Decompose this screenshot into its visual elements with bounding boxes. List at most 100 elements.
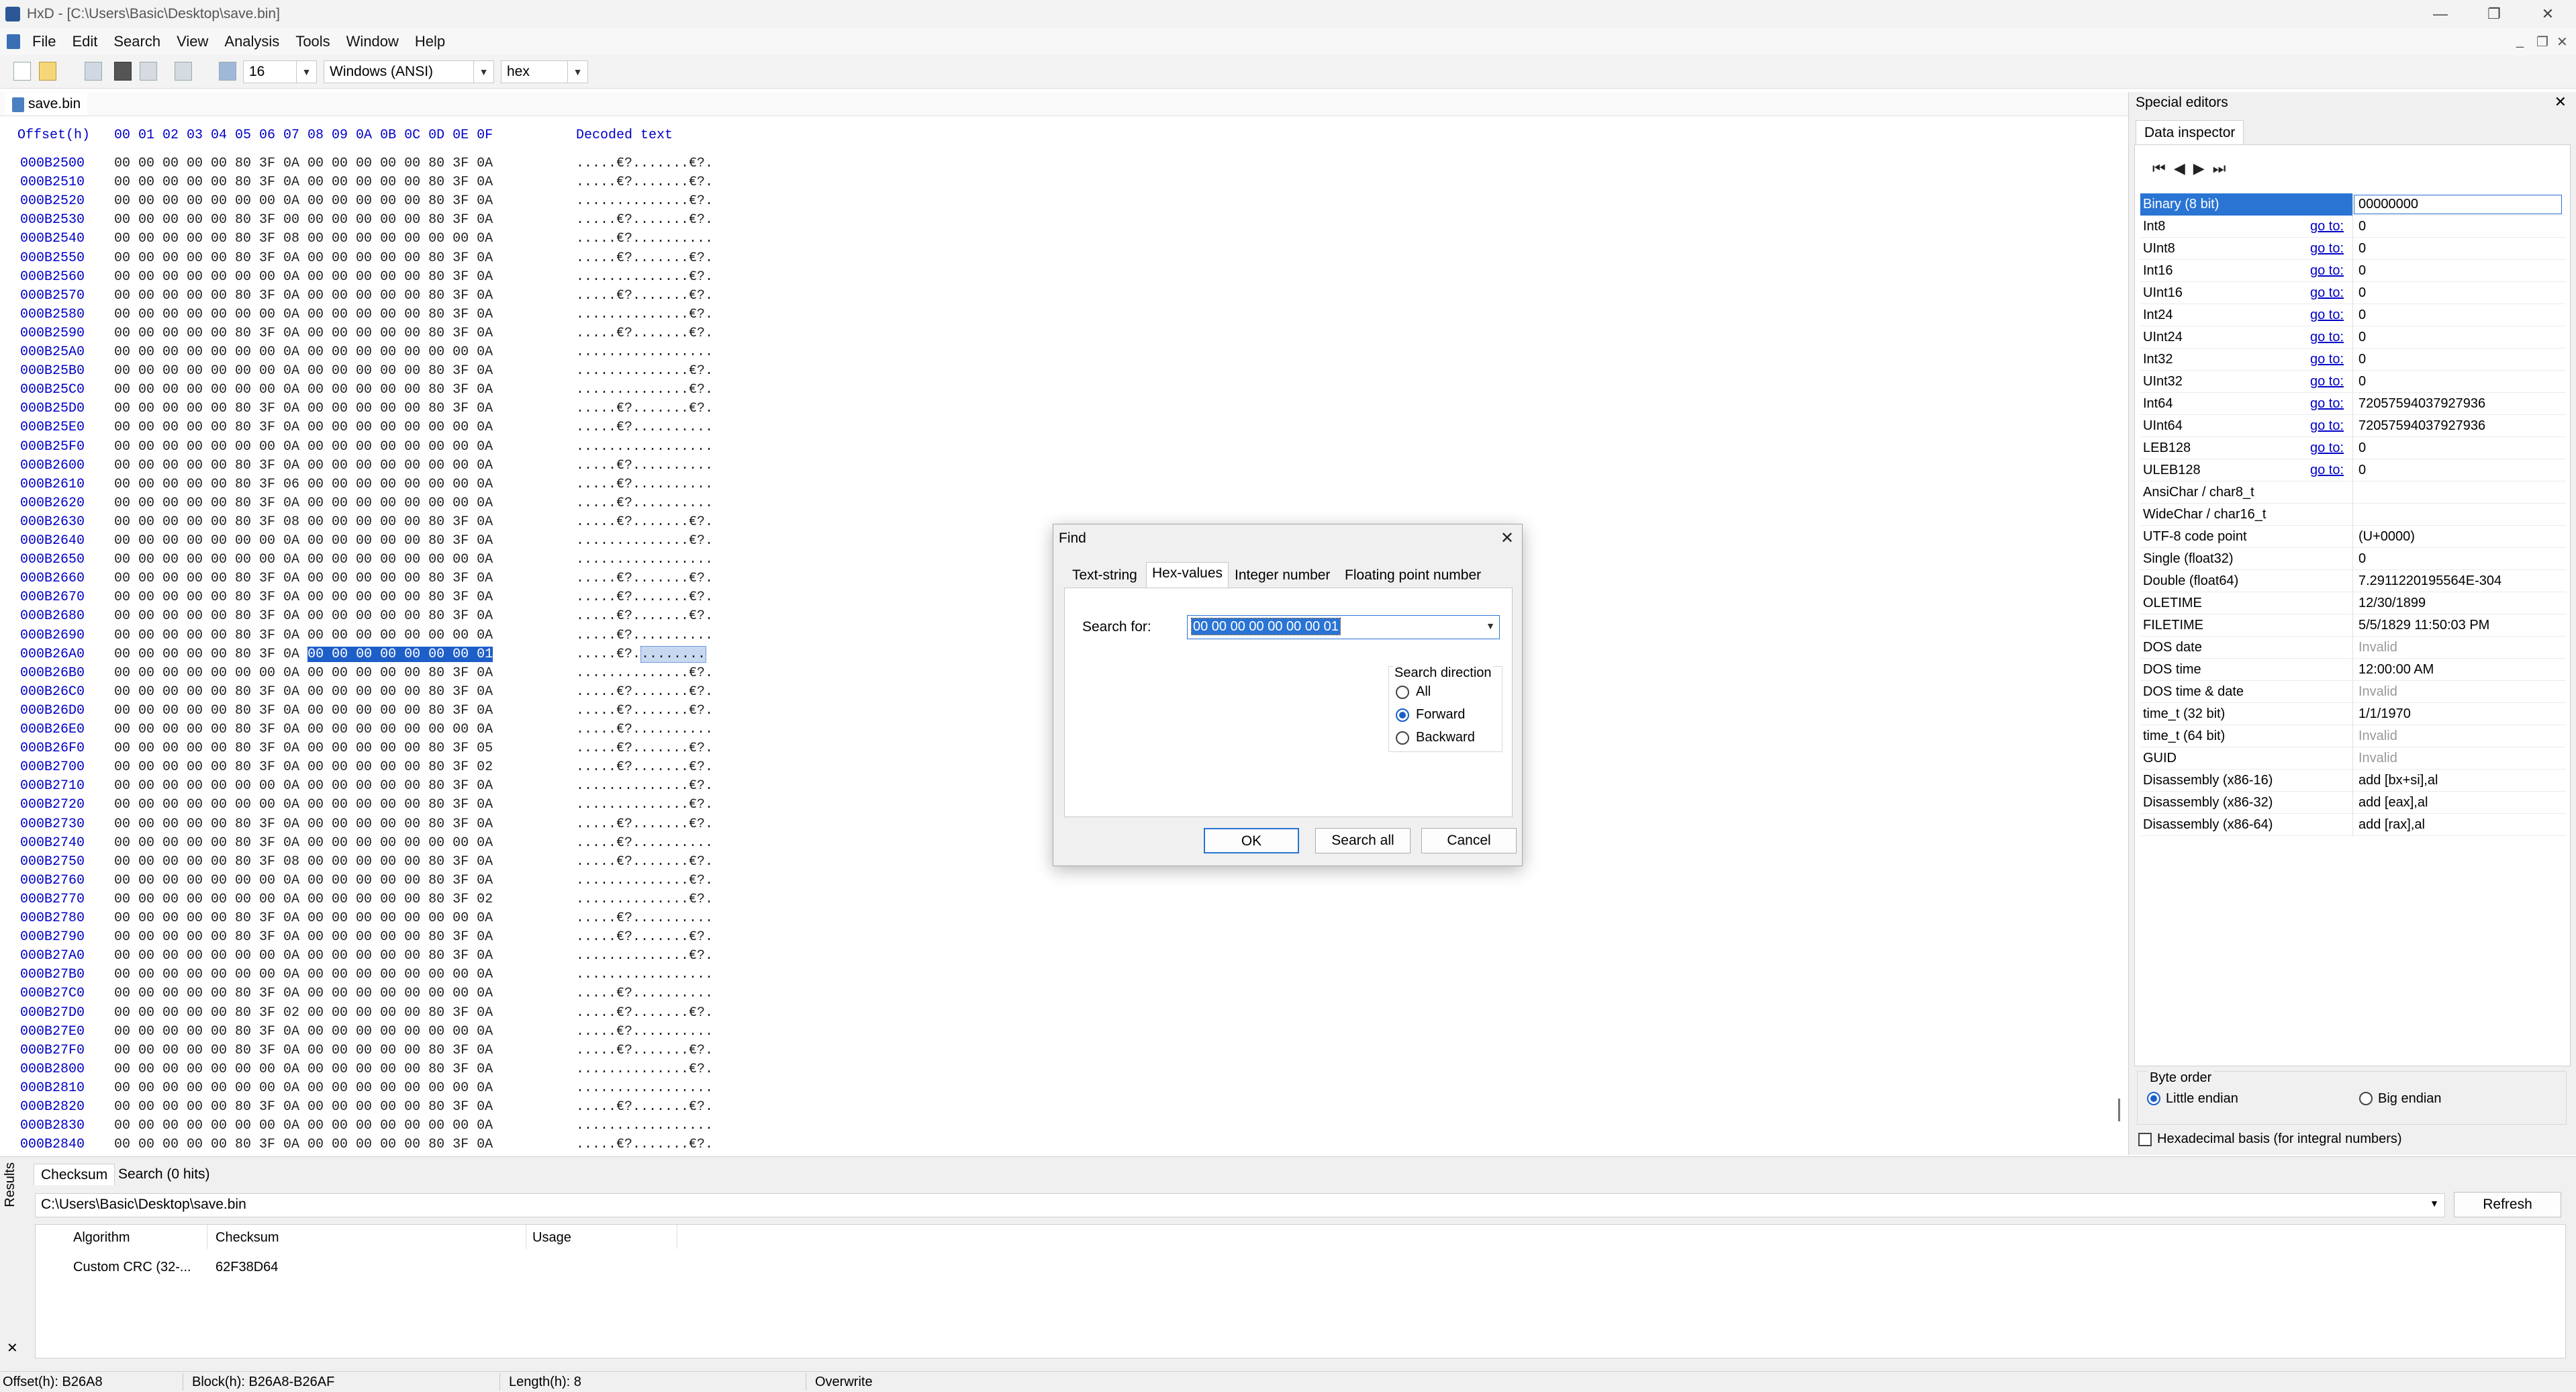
row-hex-bytes[interactable]: 00 00 00 00 00 80 3F 0A 00 00 00 00 00 8… — [114, 401, 493, 416]
decoded-text[interactable]: .....€?.......€?. — [576, 212, 713, 228]
inspector-value[interactable]: add [eax],al — [2358, 795, 2428, 810]
hex-bytes[interactable]: 00 00 00 00 00 80 3F 0A 00 00 00 00 00 8… — [114, 571, 493, 586]
hex-bytes[interactable]: 00 00 00 00 00 00 00 0A 00 00 00 00 00 8… — [114, 873, 493, 888]
hex-bytes[interactable]: 00 00 00 00 00 80 3F 0A 00 00 00 00 00 0… — [114, 420, 493, 435]
row-hex-bytes[interactable]: 00 00 00 00 00 80 3F 0A 00 00 00 00 00 8… — [114, 741, 493, 756]
row-decoded-text[interactable]: ................. — [576, 967, 713, 982]
row-decoded-text[interactable]: .....€?.......€?. — [576, 401, 713, 416]
menu-tools[interactable]: Tools — [287, 33, 338, 50]
inspector-row[interactable]: UInt32 go to: 0 — [2140, 371, 2566, 393]
row-decoded-text[interactable]: .....€?.......€?. — [576, 156, 713, 171]
inspector-row[interactable]: Disassembly (x86-16) add [bx+si],al — [2140, 770, 2566, 792]
decoded-text[interactable]: .....€?.......... — [576, 231, 713, 246]
chevron-down-icon[interactable]: ▼ — [1486, 620, 1495, 631]
row-decoded-text[interactable]: .....€?.......€?. — [576, 929, 713, 945]
row-hex-bytes[interactable]: 00 00 00 00 00 80 3F 08 00 00 00 00 00 0… — [114, 231, 493, 246]
next-byte-icon[interactable]: ▶ — [2193, 160, 2205, 177]
row-decoded-text[interactable]: ................. — [576, 439, 713, 455]
inspector-value[interactable]: 12:00:00 AM — [2358, 662, 2434, 678]
inspector-row[interactable]: Single (float32) 0 — [2140, 548, 2566, 570]
decoded-text[interactable]: .....€?.......€?. — [576, 703, 713, 718]
row-hex-bytes[interactable]: 00 00 00 00 00 80 3F 0A 00 00 00 00 00 0… — [114, 420, 493, 435]
decoded-text[interactable]: ................. — [576, 1080, 713, 1096]
first-byte-icon[interactable]: ⏮ — [2152, 160, 2166, 177]
direction-option-forward[interactable]: Forward — [1396, 707, 1465, 723]
row-decoded-text[interactable]: .....€?.......... — [576, 986, 713, 1001]
decoded-text[interactable]: ..............€?. — [576, 892, 713, 907]
row-hex-bytes[interactable]: 00 00 00 00 00 80 3F 0A 00 00 00 00 00 8… — [114, 608, 493, 624]
row-hex-bytes[interactable]: 00 00 00 00 00 00 00 0A 00 00 00 00 00 0… — [114, 552, 493, 567]
decoded-text[interactable]: ................. — [576, 344, 713, 360]
row-hex-bytes[interactable]: 00 00 00 00 00 80 3F 0A 00 00 00 00 00 0… — [114, 628, 493, 643]
row-hex-bytes[interactable]: 00 00 00 00 00 80 3F 0A 00 00 00 00 00 0… — [114, 986, 493, 1001]
decoded-text[interactable]: .....€?.......... — [576, 722, 713, 737]
inspector-row[interactable]: UInt24 go to: 0 — [2140, 326, 2566, 349]
hex-bytes[interactable]: 00 00 00 00 00 00 00 0A 00 00 00 00 00 8… — [114, 363, 493, 379]
hex-bytes[interactable]: 00 00 00 00 00 00 00 0A 00 00 00 00 00 0… — [114, 967, 493, 982]
open-ram-icon[interactable] — [175, 62, 192, 81]
inspector-value[interactable]: add [rax],al — [2358, 817, 2425, 833]
inspector-row[interactable]: Int24 go to: 0 — [2140, 304, 2566, 326]
direction-option-all[interactable]: All — [1396, 684, 1431, 700]
row-decoded-text[interactable]: .....€?.......€?. — [576, 250, 713, 266]
column-header-usage[interactable]: Usage — [532, 1230, 571, 1246]
row-hex-bytes[interactable]: 00 00 00 00 00 00 00 0A 00 00 00 00 00 8… — [114, 948, 493, 964]
inspector-value[interactable]: 0 — [2358, 285, 2366, 301]
row-decoded-text[interactable]: .....€?.......€?. — [576, 854, 713, 870]
row-decoded-text[interactable]: .....€?.......€?. — [576, 1005, 713, 1021]
row-decoded-text[interactable]: .....€?.......€?. — [576, 608, 713, 624]
selected-hex-bytes[interactable]: 00 00 00 00 00 00 00 01 — [307, 646, 493, 662]
hex-bytes[interactable]: 00 00 00 00 00 00 00 0A 00 00 00 00 00 8… — [114, 269, 493, 285]
row-hex-bytes[interactable]: 00 00 00 00 00 00 00 0A 00 00 00 00 00 0… — [114, 1080, 493, 1096]
hex-bytes[interactable]: 00 00 00 00 00 00 00 0A 00 00 00 00 00 0… — [114, 1118, 493, 1133]
menu-file[interactable]: File — [24, 33, 64, 50]
row-decoded-text[interactable]: .....€?.......... — [576, 231, 713, 246]
mdi-restore-button[interactable]: ❐ — [2536, 34, 2548, 50]
hex-bytes[interactable]: 00 00 00 00 00 80 3F 0A 00 00 00 00 00 8… — [114, 759, 493, 775]
inspector-value[interactable]: Invalid — [2358, 640, 2397, 655]
decoded-text[interactable]: .....€?.......€?. — [576, 1005, 713, 1021]
menu-analysis[interactable]: Analysis — [216, 33, 287, 50]
decoded-text[interactable]: ..............€?. — [576, 778, 713, 794]
row-decoded-text[interactable]: .....€?.......€?. — [576, 212, 713, 228]
hex-bytes[interactable]: 00 00 00 00 00 00 00 0A 00 00 00 00 00 0… — [114, 439, 493, 455]
hex-bytes[interactable]: 00 00 00 00 00 80 3F 0A 00 00 00 00 00 8… — [114, 1043, 493, 1058]
row-decoded-text[interactable]: ................. — [576, 1118, 713, 1133]
new-file-icon[interactable] — [13, 62, 31, 81]
decoded-text[interactable]: ..............€?. — [576, 269, 713, 285]
ok-button[interactable]: OK — [1204, 828, 1299, 853]
close-window-button[interactable]: ✕ — [2511, 0, 2576, 28]
hex-bytes[interactable]: 00 00 00 00 00 80 3F 0A 00 00 00 00 00 8… — [114, 250, 493, 266]
inspector-value[interactable]: 0 — [2358, 263, 2366, 279]
inspector-row[interactable]: UTF-8 code point (U+0000) — [2140, 526, 2566, 548]
row-hex-bytes[interactable]: 00 00 00 00 00 00 00 0A 00 00 00 00 00 8… — [114, 533, 493, 549]
inspector-row[interactable]: Disassembly (x86-32) add [eax],al — [2140, 792, 2566, 814]
hex-bytes[interactable]: 00 00 00 00 00 80 3F 0A 00 00 00 00 00 8… — [114, 703, 493, 718]
row-decoded-text[interactable]: ..............€?. — [576, 307, 713, 322]
goto-link[interactable]: go to: — [2310, 241, 2344, 257]
inspector-value[interactable]: 0 — [2358, 241, 2366, 257]
row-decoded-text[interactable]: .....€?.......€?. — [576, 1043, 713, 1058]
inspector-row[interactable]: GUID Invalid — [2140, 747, 2566, 770]
hex-basis-checkbox[interactable] — [2138, 1133, 2152, 1146]
inspector-value[interactable]: add [bx+si],al — [2358, 773, 2438, 788]
row-decoded-text[interactable]: .....€?.......€?. — [576, 1099, 713, 1115]
decoded-text[interactable]: .....€?.......€?. — [576, 817, 713, 832]
inspector-row[interactable]: AnsiChar / char8_t — [2140, 481, 2566, 504]
row-decoded-text[interactable]: .....€?.......€?. — [576, 817, 713, 832]
mdi-minimize-button[interactable]: _ — [2516, 34, 2524, 49]
inspector-row[interactable]: Int8 go to: 0 — [2140, 216, 2566, 238]
hex-bytes[interactable]: 00 00 00 00 00 80 3F 0A 00 00 00 00 00 0… — [114, 986, 493, 1001]
inspector-row[interactable]: ULEB128 go to: 0 — [2140, 459, 2566, 481]
inspector-value[interactable]: 0 — [2358, 330, 2366, 345]
hex-bytes[interactable]: 00 00 00 00 00 00 00 0A 00 00 00 00 00 8… — [114, 1062, 493, 1077]
row-decoded-text[interactable]: ..............€?. — [576, 363, 713, 379]
row-hex-bytes[interactable]: 00 00 00 00 00 80 3F 0A 00 00 00 00 00 0… — [114, 458, 493, 473]
display-mode-select[interactable]: hex ▼ — [501, 60, 588, 83]
hex-bytes[interactable]: 00 00 00 00 00 80 3F 0A 00 00 00 00 00 8… — [114, 401, 493, 416]
row-hex-bytes[interactable]: 00 00 00 00 00 00 00 0A 00 00 00 00 00 0… — [114, 967, 493, 982]
hex-bytes[interactable]: 00 00 00 00 00 00 00 0A 00 00 00 00 00 8… — [114, 382, 493, 398]
hex-bytes[interactable]: 00 00 00 00 00 80 3F 0A 00 00 00 00 00 8… — [114, 326, 493, 341]
decoded-text[interactable]: .....€?.......... — [576, 911, 713, 926]
previous-byte-icon[interactable]: ◀ — [2174, 160, 2185, 177]
